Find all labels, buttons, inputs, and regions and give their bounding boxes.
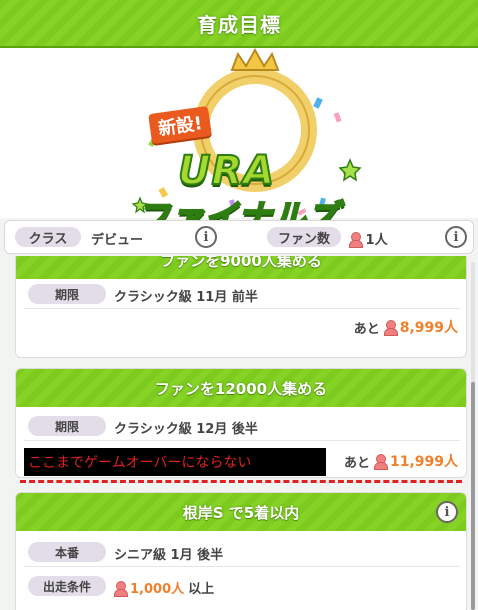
- goal-title: 根岸S で5着以内: [182, 503, 300, 522]
- period-label: 期限: [28, 284, 106, 304]
- fans-count: 1人: [349, 229, 388, 248]
- goal-card-header: ファンを9000人集める: [16, 256, 466, 279]
- remaining-fans: あと 8,999人: [354, 317, 458, 337]
- race-info-icon[interactable]: i: [436, 501, 458, 523]
- goal-card-header: ファンを12000人集める: [16, 369, 466, 407]
- annotation-dashed-line: [20, 480, 462, 483]
- goal-card: ファンを9000人集める 期限 クラシック級 11月 前半 あと 8,999人: [15, 256, 467, 358]
- remaining-prefix: あと: [353, 321, 380, 337]
- goal-condition-row: 出走条件 1,000人 以上: [24, 571, 460, 601]
- fans-info-icon[interactable]: i: [445, 226, 467, 248]
- remaining-value: 11,999人: [389, 454, 458, 470]
- fan-icon: [383, 320, 398, 336]
- goal-race-row: 本番 シニア級 1月 後半: [24, 537, 460, 567]
- period-value: クラシック級 12月 後半: [114, 422, 258, 437]
- remaining-fans: あと 11,999人: [344, 451, 458, 471]
- scenario-banner: 新設! URA ファイナルズ: [0, 48, 478, 239]
- period-value: クラシック級 11月 前半: [114, 290, 258, 305]
- goal-card: 根岸S で5着以内 i 本番 シニア級 1月 後半 出走条件 1,000人 以上: [15, 492, 467, 610]
- class-info-bar: クラス デビュー i ファン数 1人 i: [4, 220, 474, 254]
- fan-icon: [114, 580, 128, 597]
- page-header: 育成目標: [0, 0, 478, 48]
- condition-fans: 1,000人: [130, 582, 185, 597]
- condition-suffix: 以上: [188, 582, 215, 597]
- class-value: デビュー: [91, 233, 144, 248]
- goal-title: ファンを12000人集める: [154, 379, 328, 398]
- scenario-logo-ura: URA: [177, 147, 276, 195]
- class-info-icon[interactable]: i: [195, 226, 217, 248]
- class-label: クラス: [15, 227, 81, 247]
- goal-card-header: 根岸S で5着以内 i: [16, 493, 466, 531]
- goal-list[interactable]: ファンを9000人集める 期限 クラシック級 11月 前半 あと 8,999人 …: [0, 256, 478, 610]
- fan-icon: [373, 454, 388, 470]
- goal-list-scrollbar[interactable]: [471, 262, 475, 610]
- race-date: シニア級 1月 後半: [114, 548, 224, 563]
- annotation-label: ここまでゲームオーバーにならない: [24, 448, 326, 476]
- fans-value: 1人: [365, 233, 388, 248]
- goal-title: ファンを9000人集める: [160, 256, 322, 270]
- period-label: 期限: [28, 416, 106, 436]
- fan-icon: [349, 232, 363, 248]
- remaining-value: 8,999人: [399, 320, 458, 336]
- goal-period-row: 期限 クラシック級 12月 後半: [24, 411, 460, 441]
- fans-label: ファン数: [267, 227, 341, 247]
- page-title: 育成目標: [197, 12, 281, 37]
- goal-period-row: 期限 クラシック級 11月 前半: [24, 279, 460, 309]
- condition-value: 1,000人 以上: [114, 578, 214, 597]
- race-label: 本番: [28, 542, 106, 562]
- scrollbar-thumb[interactable]: [471, 382, 475, 610]
- condition-label: 出走条件: [28, 576, 106, 596]
- remaining-prefix: あと: [343, 455, 370, 471]
